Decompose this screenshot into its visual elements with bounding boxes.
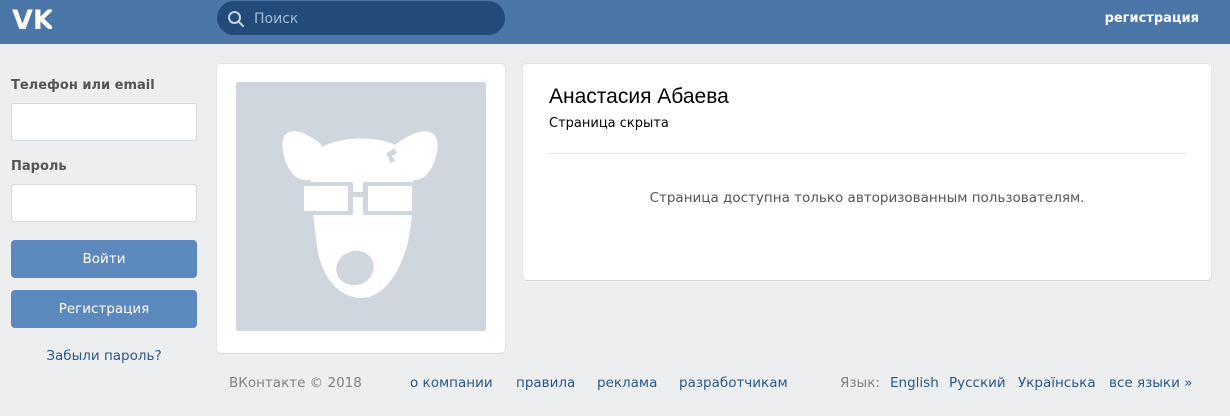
top-header: VK регистрация xyxy=(0,0,1230,44)
vk-logo-text: VK xyxy=(12,5,52,32)
forgot-password-link[interactable]: Забыли пароль? xyxy=(11,348,197,364)
register-button[interactable]: Регистрация xyxy=(11,290,197,328)
profile-status: Страница скрыта xyxy=(549,116,669,131)
auth-notice: Страница доступна только авторизованным … xyxy=(649,190,1085,206)
divider xyxy=(547,153,1187,154)
avatar xyxy=(236,82,486,331)
login-button[interactable]: Войти xyxy=(11,240,197,278)
phone-label: Телефон или email xyxy=(11,78,155,93)
profile-name: Анастасия Абаева xyxy=(549,85,729,108)
language-russian[interactable]: Русский xyxy=(949,375,1006,391)
all-languages-link[interactable]: все языки » xyxy=(1109,375,1192,391)
avatar-card xyxy=(217,64,505,353)
profile-card: Анастасия Абаева Страница скрыта Страниц… xyxy=(523,64,1211,280)
footer-link-developers[interactable]: разработчикам xyxy=(679,375,788,391)
search-box[interactable] xyxy=(217,1,505,37)
phone-email-field[interactable] xyxy=(11,103,197,141)
footer-link-about[interactable]: о компании xyxy=(410,375,493,391)
password-field[interactable] xyxy=(11,184,197,222)
header-register-link[interactable]: регистрация xyxy=(1105,11,1199,26)
footer-link-rules[interactable]: правила xyxy=(516,375,575,391)
copyright: ВКонтакте © 2018 xyxy=(229,375,362,391)
vk-logo[interactable]: VK xyxy=(12,4,55,36)
footer-link-ads[interactable]: реклама xyxy=(597,375,657,391)
language-label: Язык: xyxy=(840,375,880,391)
login-form: Телефон или email Пароль Войти Регистрац… xyxy=(11,78,197,364)
search-input[interactable] xyxy=(252,1,496,37)
language-english[interactable]: English xyxy=(890,375,939,391)
footer: ВКонтакте © 2018 о компании правила рекл… xyxy=(229,375,1209,395)
vk-logo-icon: VK xyxy=(12,5,55,36)
search-icon xyxy=(228,11,244,27)
password-label: Пароль xyxy=(11,159,67,174)
default-avatar-dog-icon xyxy=(282,131,438,298)
language-ukrainian[interactable]: Українська xyxy=(1018,375,1096,391)
